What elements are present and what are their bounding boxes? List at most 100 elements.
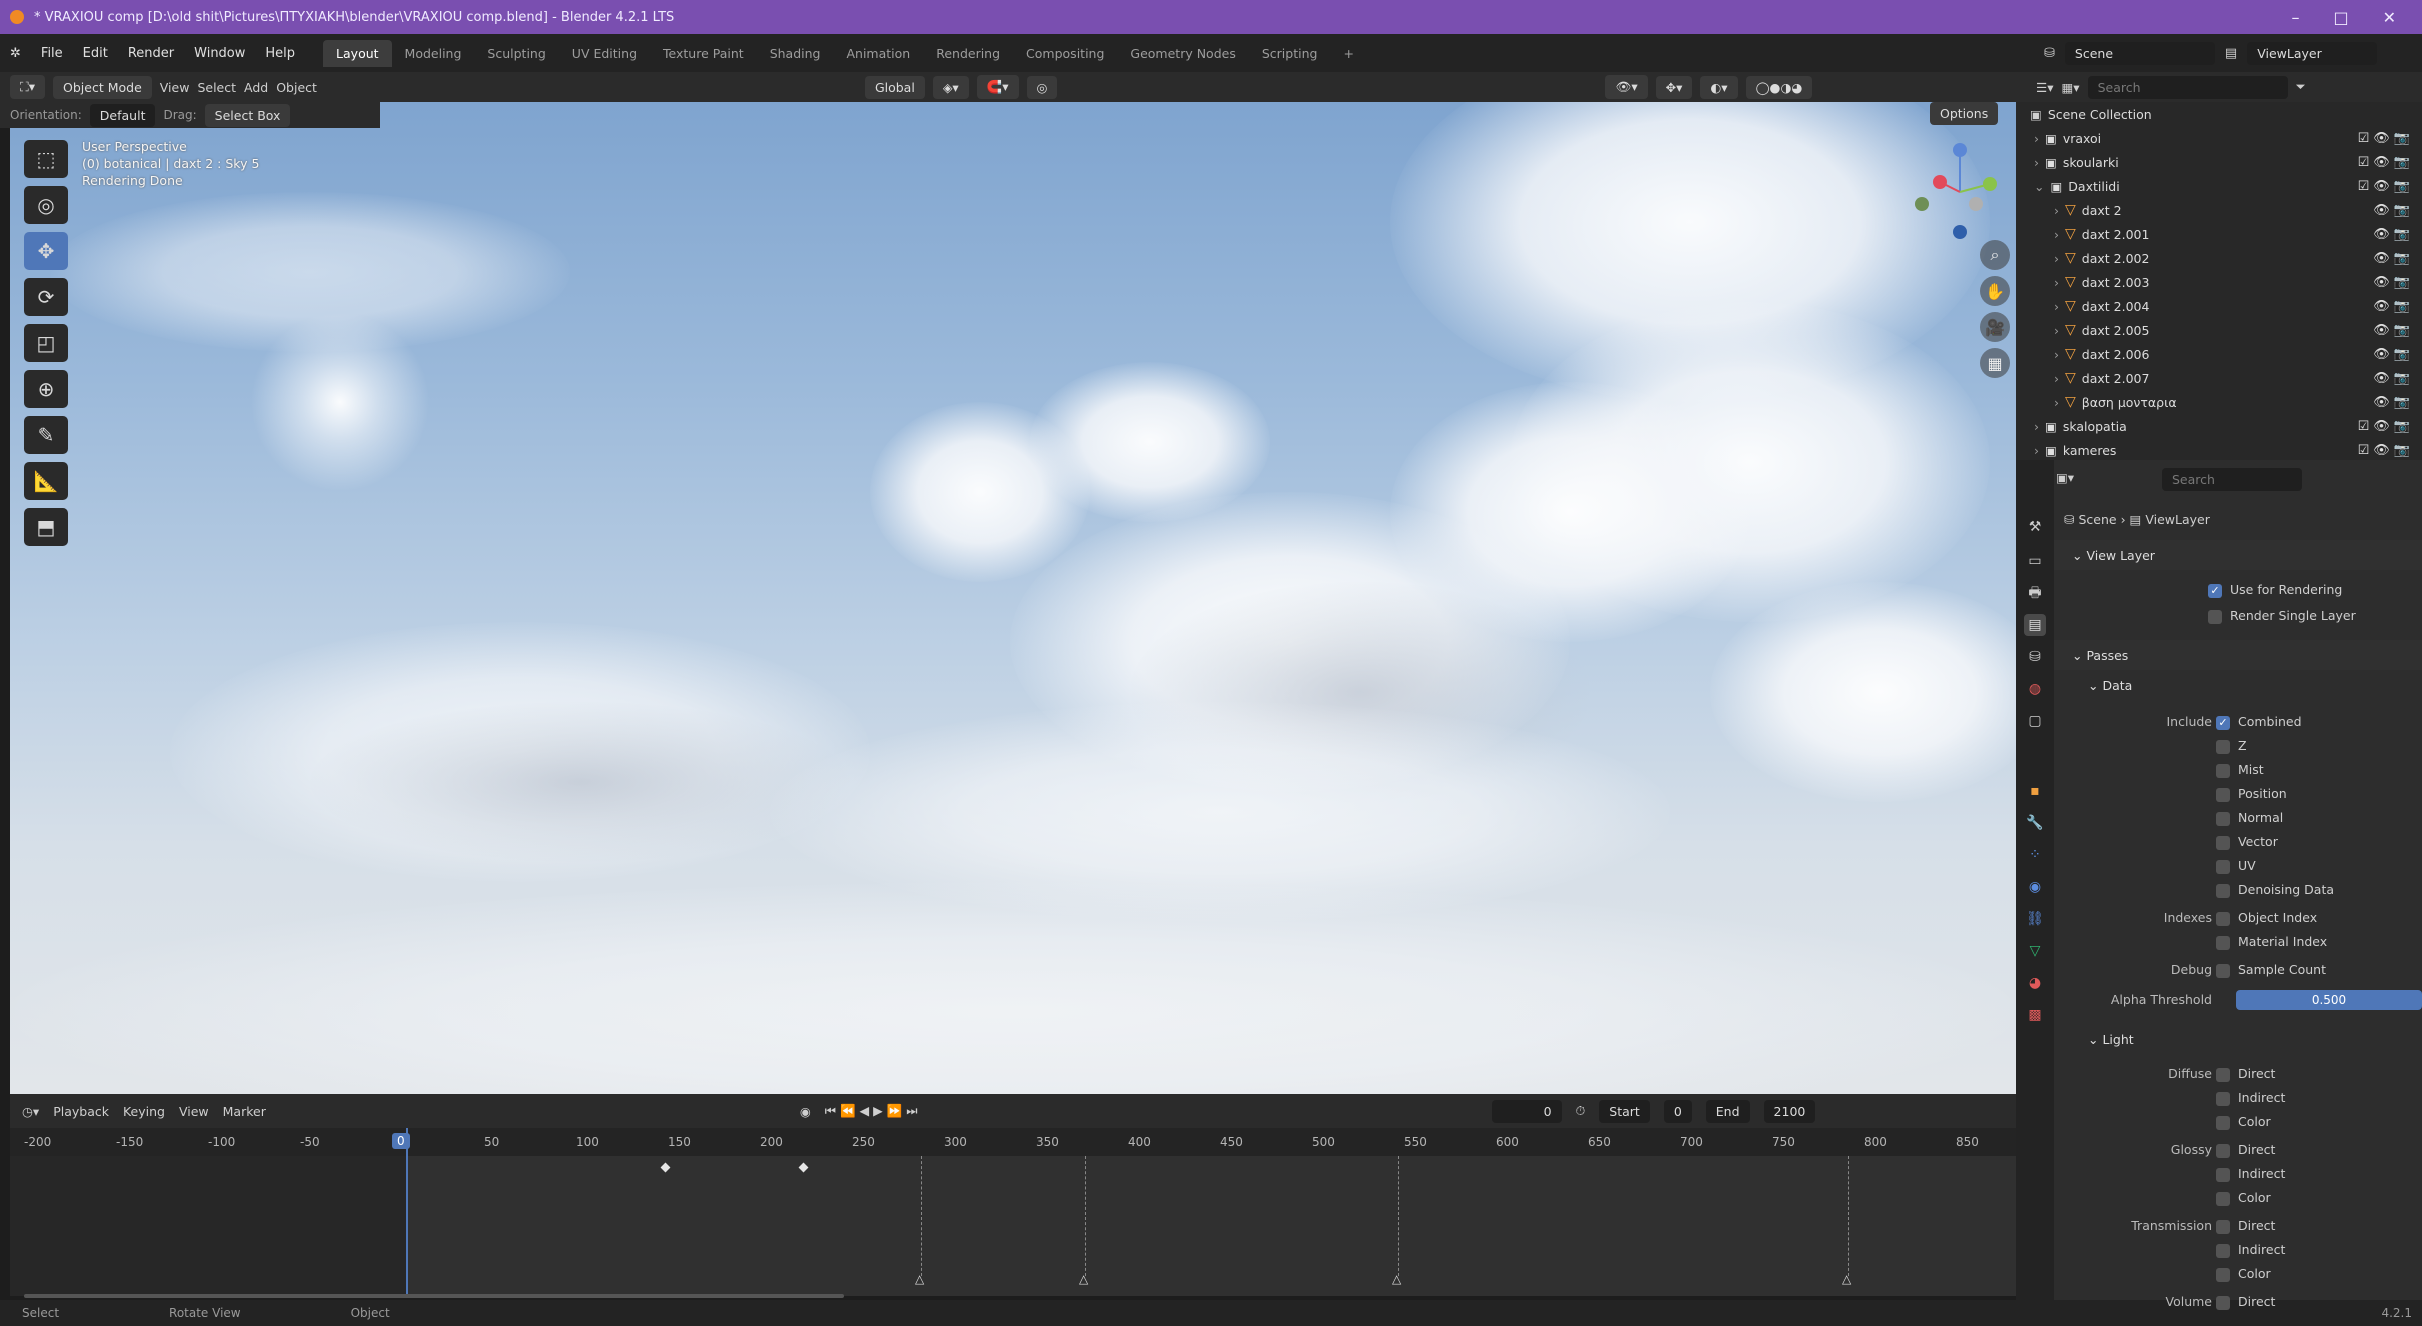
output-tab-icon[interactable]: 🖶 [2024,582,2046,604]
tab-sculpting[interactable]: Sculpting [474,40,558,67]
playback-menu[interactable]: Playback [53,1104,109,1119]
data-tab-icon[interactable]: ▽ [2024,940,2046,962]
data-pass-checkbox[interactable]: Vector [2216,834,2278,850]
visibility-toggles-icon[interactable]: 👁📷 [2373,371,2414,386]
properties-editor-icon[interactable]: ▣▾ [2056,470,2074,485]
passes-panel-header[interactable]: ⌄ Passes [2054,640,2422,670]
timeline-ruler[interactable]: -200 -150 -100 -50 0 50 100 150 200 250 300 350 400 4… [10,1128,2016,1156]
outliner-root[interactable]: ▣ Scene Collection [2016,102,2422,126]
maximize-button[interactable]: □ [2333,8,2348,27]
expand-arrow-icon[interactable]: › [2054,347,2059,362]
data-pass-checkbox[interactable]: ✓ Combined [2216,714,2302,730]
expand-arrow-icon[interactable]: › [2054,275,2059,290]
measure-tool-icon[interactable]: 📐 [24,462,68,500]
transform-orientation-select[interactable]: Global [864,75,925,99]
keyframe[interactable] [660,1162,671,1173]
visibility-toggles-icon[interactable]: 👁📷 [2373,395,2414,410]
expand-arrow-icon[interactable]: › [2054,299,2059,314]
data-pass-checkbox[interactable]: Normal [2216,810,2283,826]
select-menu[interactable]: Select [197,80,236,95]
outliner-row[interactable]: › ▽ daxt 2.005 👁📷 [2016,318,2422,342]
visibility-toggles-icon[interactable]: 👁📷 [2373,323,2414,338]
visibility-toggles-icon[interactable]: 👁📷 [2373,227,2414,242]
outliner-search[interactable]: Search [2087,75,2288,99]
view-layer-panel-header[interactable]: ⌄ View Layer [2054,540,2422,570]
alpha-threshold-slider[interactable]: 0.500 [2236,990,2422,1010]
visibility-toggles-icon[interactable]: 👁📷 [2373,299,2414,314]
expand-arrow-icon[interactable]: › [2054,203,2059,218]
add-workspace-button[interactable]: + [1330,40,1366,67]
light-pass-checkbox[interactable]: Direct [2216,1218,2275,1234]
outliner-row[interactable]: › ▽ daxt 2.002 👁📷 [2016,246,2422,270]
minimize-button[interactable]: – [2291,8,2299,27]
expand-arrow-icon[interactable]: › [2054,227,2059,242]
proportional-edit-icon[interactable]: ◎ [1026,75,1058,99]
menu-edit[interactable]: Edit [73,46,118,61]
menu-file[interactable]: File [31,46,73,61]
data-pass-checkbox[interactable]: Denoising Data [2216,882,2334,898]
tab-texture-paint[interactable]: Texture Paint [650,40,757,67]
visibility-toggles-icon[interactable]: 👁📷 [2373,203,2414,218]
timeline-tracks[interactable]: △ △ △ △ [10,1128,2016,1298]
scale-tool-icon[interactable]: ◰ [24,324,68,362]
menu-window[interactable]: Window [184,46,255,61]
add-menu[interactable]: Add [244,80,268,95]
expand-arrow-icon[interactable]: › [2034,419,2039,434]
keyframe[interactable] [798,1162,809,1173]
outliner-row[interactable]: › ▣ skalopatia ☑👁📷 [2016,414,2422,438]
tab-layout[interactable]: Layout [323,39,392,67]
collection-tab-icon[interactable]: ▢ [2024,710,2046,732]
editor-type-icon[interactable]: ⛶▾ [10,75,46,99]
start-frame-field[interactable]: 0 [1663,1099,1692,1123]
zoom-icon[interactable]: ⌕ [1980,240,2010,270]
sample-count-checkbox[interactable]: Sample Count [2216,962,2326,978]
data-pass-checkbox[interactable]: Z [2216,738,2247,754]
tab-scripting[interactable]: Scripting [1249,40,1331,67]
expand-arrow-icon[interactable]: › [2054,251,2059,266]
light-subpanel-header[interactable]: ⌄ Light [2054,1024,2422,1054]
camera-view-icon[interactable]: 🎥 [1980,312,2010,342]
light-pass-checkbox[interactable]: Indirect [2216,1166,2285,1182]
snap-icon[interactable]: 🧲▾ [976,75,1019,99]
playback-controls[interactable]: ⏮ ⏪ ◀ ▶ ⏩ ⏭ [825,1103,918,1119]
menu-help[interactable]: Help [255,46,305,61]
outliner-row[interactable]: ⌄ ▣ Daxtilidi ☑👁📷 [2016,174,2422,198]
perspective-toggle-icon[interactable]: ▦ [1980,348,2010,378]
expand-arrow-icon[interactable]: › [2034,443,2039,458]
expand-arrow-icon[interactable]: › [2054,371,2059,386]
3d-viewport[interactable]: User Perspective (0) botanical | daxt 2 … [10,102,2016,1094]
camera-marker-icon[interactable]: △ [1079,1272,1088,1286]
view-layer-select[interactable]: ViewLayer [2247,41,2378,65]
visibility-icon[interactable]: 👁▾ [1605,75,1648,99]
world-tab-icon[interactable]: ◍ [2024,678,2046,700]
filter-icon[interactable]: ⏷ [2296,79,2306,95]
object-menu[interactable]: Object [276,80,317,95]
outliner-row[interactable]: › ▽ daxt 2 👁📷 [2016,198,2422,222]
timeline-view-menu[interactable]: View [179,1104,209,1119]
material-index-checkbox[interactable]: Material Index [2216,934,2327,950]
gizmo-toggle-icon[interactable]: ✥▾ [1655,75,1693,99]
pivot-icon[interactable]: ◈▾ [932,75,969,99]
auto-key-icon[interactable]: ◉ [800,1104,811,1119]
shading-modes-icon[interactable]: ◯●◑◕ [1745,75,1813,99]
outliner-row[interactable]: › ▽ daxt 2.003 👁📷 [2016,270,2422,294]
visibility-toggles-icon[interactable]: 👁📷 [2373,251,2414,266]
light-pass-checkbox[interactable]: Indirect [2216,1242,2285,1258]
visibility-toggles-icon[interactable]: ☑👁📷 [2358,419,2414,434]
data-pass-checkbox[interactable]: Position [2216,786,2287,802]
outliner-row[interactable]: › ▽ daxt 2.007 👁📷 [2016,366,2422,390]
volume-direct-checkbox[interactable]: Direct [2216,1294,2275,1310]
select-box-tool-icon[interactable]: ⬚ [24,140,68,178]
outliner-row[interactable]: › ▣ skoularki ☑👁📷 [2016,150,2422,174]
playhead[interactable] [406,1128,408,1296]
outliner-row[interactable]: › ▣ vraxoi ☑👁📷 [2016,126,2422,150]
light-pass-checkbox[interactable]: Color [2216,1266,2271,1282]
outliner-row[interactable]: › ▣ kameres ☑👁📷 [2016,438,2422,462]
visibility-toggles-icon[interactable]: ☑👁📷 [2358,155,2414,170]
light-pass-checkbox[interactable]: Color [2216,1190,2271,1206]
scene-tab-icon[interactable]: ⛁ [2024,646,2046,668]
rotate-tool-icon[interactable]: ⟳ [24,278,68,316]
properties-search[interactable]: Search [2162,468,2302,491]
marker-menu[interactable]: Marker [223,1104,266,1119]
timeline-scrollbar[interactable] [24,1294,844,1298]
